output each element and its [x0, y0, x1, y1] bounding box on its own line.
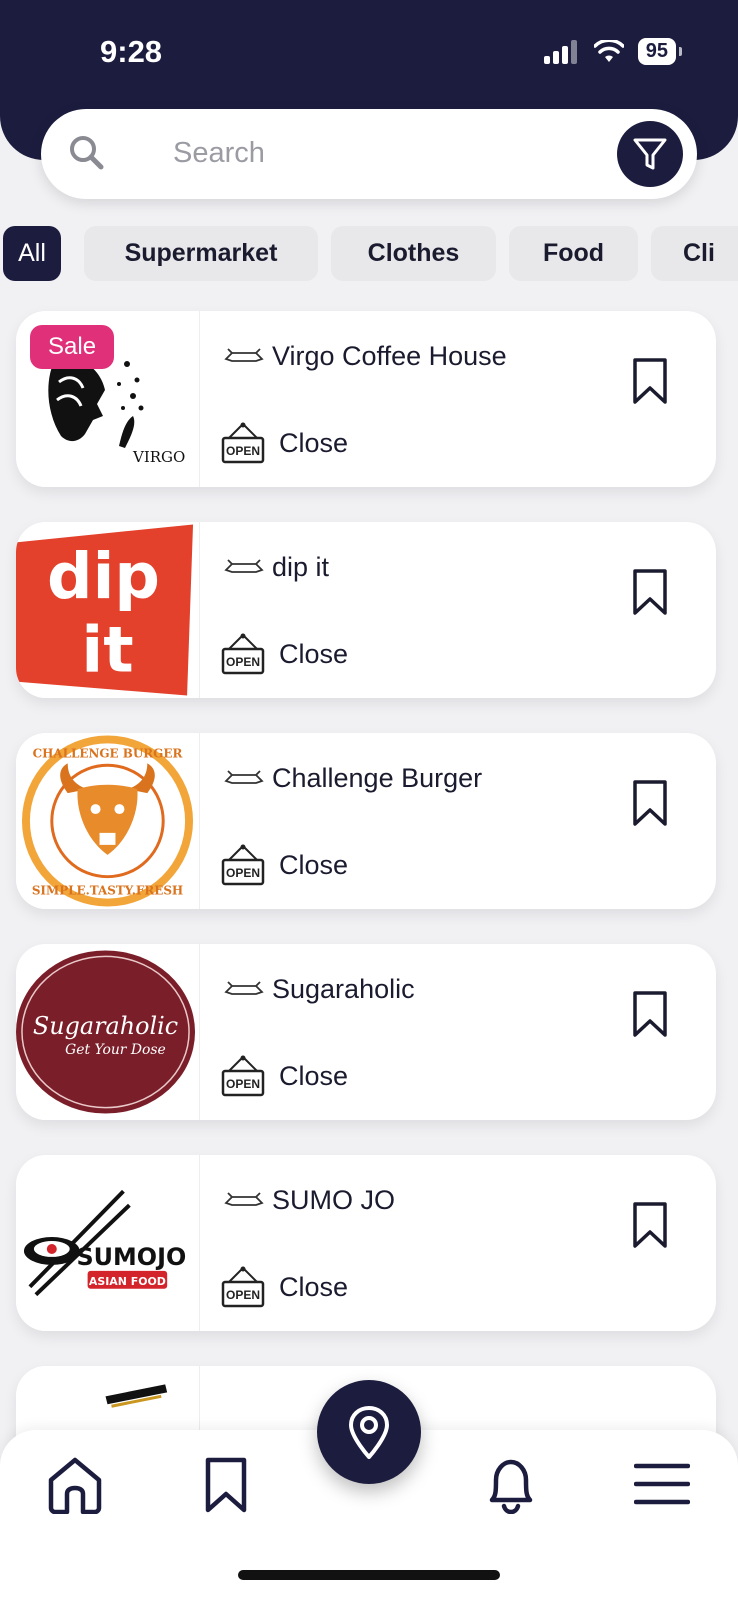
shop-logo: SUMOJO ASIAN FOOD: [16, 1155, 200, 1331]
bookmark-nav-icon[interactable]: [204, 1456, 248, 1514]
sale-badge: Sale: [30, 325, 115, 369]
shop-status: Close: [279, 427, 349, 458]
shop-name: Sugaraholic: [272, 974, 415, 1004]
map-location-button[interactable]: [317, 1380, 421, 1484]
open-sign-icon: OPEN: [221, 1055, 265, 1097]
svg-text:SIMPLE.TASTY.FRESH: SIMPLE.TASTY.FRESH: [32, 884, 183, 898]
shop-list: VIRGO Sale Virgo Coffee House OPEN Close: [0, 300, 738, 1542]
tab-food[interactable]: Food: [509, 226, 638, 281]
svg-text:OPEN: OPEN: [226, 444, 260, 458]
tab-all[interactable]: All: [3, 226, 61, 281]
category-tabs: All Supermarket Clothes Food Cli: [0, 221, 738, 281]
shop-status: Close: [279, 1060, 349, 1091]
shop-name: dip it: [272, 552, 330, 582]
open-sign-icon: OPEN: [221, 422, 265, 464]
dip-it-logo-text: dip: [47, 540, 160, 614]
filter-icon: [633, 138, 667, 170]
svg-text:OPEN: OPEN: [226, 1077, 260, 1091]
location-pin-icon: [349, 1406, 389, 1459]
sugaraholic-logo-text: Sugaraholic: [33, 1012, 178, 1040]
shop-card[interactable]: VIRGO Sale Virgo Coffee House OPEN Close: [16, 311, 716, 487]
shop-name: Virgo Coffee House: [272, 341, 507, 371]
shop-logo: Sugaraholic Get Your Dose: [16, 944, 200, 1120]
shop-card[interactable]: dip it dip it OPEN Close: [16, 522, 716, 698]
menu-icon[interactable]: [634, 1462, 690, 1506]
shop-name: Challenge Burger: [272, 763, 483, 793]
ribbon-icon: [224, 558, 264, 573]
sugaraholic-logo-icon: Sugaraholic Get Your Dose: [16, 950, 196, 1114]
sumo-jo-logo-icon: SUMOJO ASIAN FOOD: [23, 1189, 186, 1297]
challenge-burger-logo-icon: CHALLENGE BURGER SIMPLE.TASTY.FRESH: [21, 735, 194, 907]
shop-logo: dip it: [16, 522, 200, 698]
tab-supermarket[interactable]: Supermarket: [84, 226, 318, 281]
home-icon[interactable]: [47, 1456, 103, 1514]
home-indicator: [238, 1570, 500, 1580]
status-icons: 95: [543, 38, 683, 65]
sumo-jo-logo-text: SUMOJO: [76, 1243, 186, 1271]
tab-clinics[interactable]: Cli: [651, 226, 738, 281]
open-sign-icon: OPEN: [221, 633, 265, 675]
ribbon-icon: [224, 980, 264, 995]
bookmark-icon[interactable]: [632, 1201, 668, 1249]
shop-card[interactable]: CHALLENGE BURGER SIMPLE.TASTY.FRESH Chal…: [16, 733, 716, 909]
shop-status: Close: [279, 1271, 349, 1302]
ribbon-icon: [224, 1191, 264, 1206]
shop-card[interactable]: SUMOJO ASIAN FOOD SUMO JO OPEN Close: [16, 1155, 716, 1331]
shop-logo: VIRGO Sale: [16, 311, 200, 487]
virgo-logo-text: VIRGO: [132, 448, 185, 466]
svg-text:OPEN: OPEN: [226, 1288, 260, 1302]
ribbon-icon: [224, 769, 264, 784]
battery-icon: 95: [637, 38, 683, 65]
shop-status: Close: [279, 638, 349, 669]
shop-card[interactable]: Sugaraholic Get Your Dose Sugaraholic OP…: [16, 944, 716, 1120]
bell-icon[interactable]: [486, 1456, 536, 1514]
svg-text:ASIAN FOOD: ASIAN FOOD: [89, 1275, 166, 1288]
challenge-burger-logo-text: CHALLENGE BURGER: [33, 746, 183, 760]
open-sign-icon: OPEN: [221, 844, 265, 886]
svg-text:it: it: [81, 614, 133, 688]
bookmark-icon[interactable]: [632, 357, 668, 405]
bookmark-icon[interactable]: [632, 568, 668, 616]
svg-text:OPEN: OPEN: [226, 866, 260, 880]
search-input[interactable]: Search: [173, 137, 265, 170]
bookmark-icon[interactable]: [632, 990, 668, 1038]
search-icon: [70, 136, 104, 170]
svg-text:Get Your Dose: Get Your Dose: [65, 1042, 166, 1058]
shop-name: SUMO JO: [272, 1185, 396, 1215]
wifi-icon: [593, 39, 624, 62]
bookmark-icon[interactable]: [632, 779, 668, 827]
search-bar[interactable]: Search: [41, 109, 697, 199]
shop-status: Close: [279, 849, 349, 880]
shop-logo: CHALLENGE BURGER SIMPLE.TASTY.FRESH: [16, 733, 200, 909]
open-sign-icon: OPEN: [221, 1266, 265, 1308]
status-time: 9:28: [100, 34, 163, 69]
dip-it-logo-icon: dip it: [16, 524, 194, 696]
signal-icon: [543, 39, 577, 64]
filter-button[interactable]: [617, 121, 683, 187]
ribbon-icon: [224, 347, 264, 362]
svg-text:OPEN: OPEN: [226, 655, 260, 669]
tab-clothes[interactable]: Clothes: [331, 226, 496, 281]
